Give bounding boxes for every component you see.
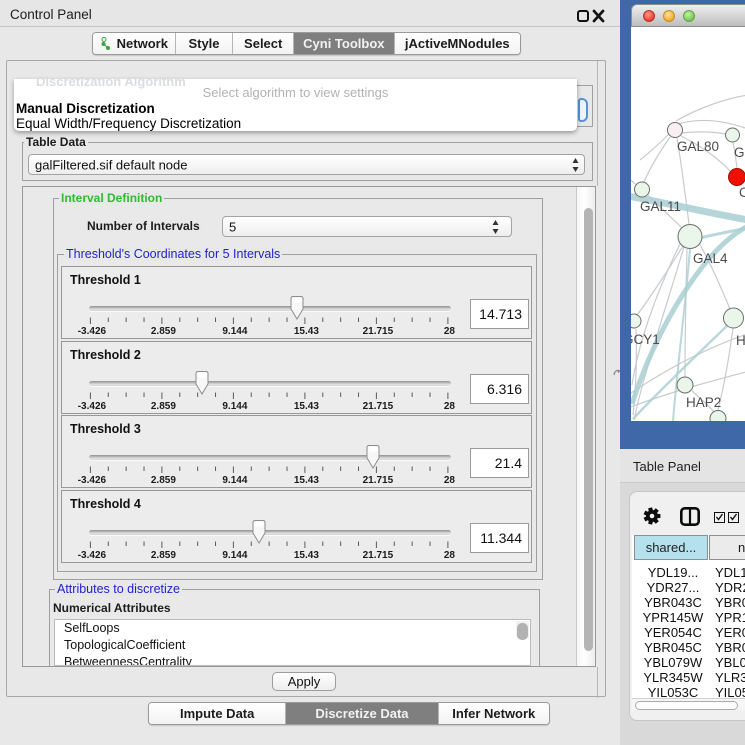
- svg-text:GAL80: GAL80: [677, 139, 719, 154]
- svg-text:GAL4: GAL4: [693, 251, 728, 266]
- svg-text:G.: G.: [734, 145, 745, 160]
- svg-text:GAL11: GAL11: [640, 199, 681, 214]
- svg-text:C: C: [739, 185, 745, 200]
- svg-text:HAP2: HAP2: [686, 395, 721, 410]
- svg-text:H: H: [736, 333, 745, 348]
- svg-text:GCY1: GCY1: [631, 332, 660, 347]
